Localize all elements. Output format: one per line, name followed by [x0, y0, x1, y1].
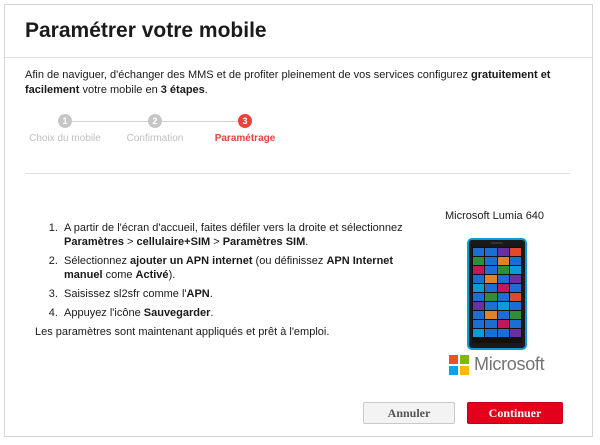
dialog-title: Paramétrer votre mobile: [25, 19, 267, 42]
configure-mobile-dialog: Paramétrer votre mobile Afin de naviguer…: [4, 4, 593, 437]
microsoft-windows-icon: [449, 354, 469, 375]
instruction-item: Saisissez sl2sfr comme l'APN.: [61, 287, 415, 301]
instructions-block: A partir de l'écran d'accueil, faites dé…: [35, 221, 415, 339]
instruction-item: A partir de l'écran d'accueil, faites dé…: [61, 221, 415, 249]
title-divider: [5, 57, 592, 58]
cancel-button[interactable]: Annuler: [363, 402, 455, 424]
brand-wordmark: Microsoft: [474, 354, 545, 374]
continue-button[interactable]: Continuer: [467, 402, 563, 424]
instruction-list: A partir de l'écran d'accueil, faites dé…: [35, 221, 415, 320]
progress-stepper: 1 Choix du mobile 2 Confirmation 3 Param…: [25, 114, 585, 148]
instruction-item: Appuyez l'icône Sauvegarder.: [61, 306, 415, 320]
step-3-number: 3: [238, 114, 252, 128]
step-2: 2 Confirmation: [115, 114, 195, 144]
instruction-item: Sélectionnez ajouter un APN internet (ou…: [61, 254, 415, 282]
step-3: 3 Paramétrage: [205, 114, 285, 144]
step-1-label: Choix du mobile: [29, 133, 101, 144]
completion-note: Les paramètres sont maintenant appliqués…: [35, 326, 330, 338]
microsoft-logo: Microsoft: [449, 354, 545, 375]
phone-image: [467, 238, 527, 350]
step-2-number: 2: [148, 114, 162, 128]
intro-text: Afin de naviguer, d'échanger des MMS et …: [25, 69, 551, 96]
step-1-number: 1: [58, 114, 72, 128]
step-3-label: Paramétrage: [214, 133, 276, 144]
section-divider: [25, 173, 570, 174]
step-2-label: Confirmation: [126, 133, 184, 144]
device-name: Microsoft Lumia 640: [445, 210, 545, 222]
step-1: 1 Choix du mobile: [25, 114, 105, 144]
